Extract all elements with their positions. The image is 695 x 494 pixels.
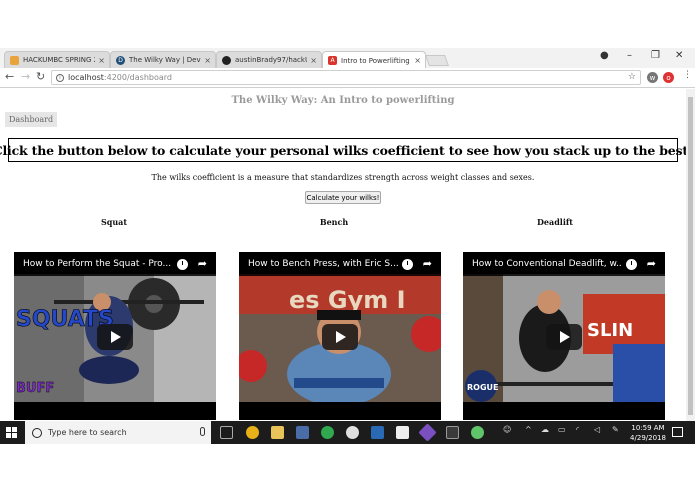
onedrive-icon[interactable]: ☁ [541, 425, 549, 434]
minimize-icon[interactable]: – [627, 50, 632, 61]
battery-icon[interactable]: ▭ [558, 425, 566, 434]
svg-text:BUFF: BUFF [16, 381, 54, 396]
hackumbc-favicon-icon [10, 55, 19, 65]
bench-heading: Bench [319, 217, 349, 227]
share-icon[interactable]: ➦ [423, 257, 432, 270]
deadlift-heading: Deadlift [536, 217, 574, 227]
back-icon[interactable]: ← [5, 70, 14, 83]
bookmark-star-icon[interactable]: ☆ [628, 72, 636, 82]
network-icon[interactable]: ◜ [576, 425, 579, 434]
show-hidden-icons-icon[interactable]: ^ [525, 425, 532, 434]
scrollbar-thumb[interactable] [688, 97, 693, 415]
bench-video-player[interactable]: es Gym I How to Bench Press, with Eric S… [239, 252, 441, 420]
volume-icon[interactable]: ◁ [594, 425, 600, 434]
watch-later-icon[interactable] [177, 259, 188, 270]
cta-heading: Click the button below to calculate your… [0, 138, 693, 162]
reload-icon[interactable]: ↻ [36, 70, 45, 83]
calculate-wilks-button[interactable]: Calculate your wilks! [305, 191, 381, 204]
play-button[interactable] [97, 324, 133, 350]
taskbar-clock[interactable]: 10:59 AM 4/29/2018 [628, 423, 668, 443]
chrome-taskbar-icon[interactable] [246, 426, 259, 439]
restore-icon[interactable]: ❐ [651, 50, 660, 61]
share-icon[interactable]: ➦ [647, 257, 656, 270]
people-icon[interactable] [296, 426, 309, 439]
page-scrollbar[interactable] [686, 89, 695, 421]
squat-video-player[interactable]: SQUATS BUFF How to Perform the Squat - P… [14, 252, 216, 420]
close-tab-icon[interactable]: × [204, 56, 211, 65]
svg-text:es Gym I: es Gym I [289, 286, 406, 314]
notes-icon[interactable] [396, 426, 409, 439]
microphone-icon[interactable] [200, 427, 205, 436]
close-window-icon[interactable]: ✕ [675, 50, 683, 61]
video-title[interactable]: How to Perform the Squat - Pro... [23, 259, 173, 269]
tab-github[interactable]: austinBrady97/hackUmbc × [216, 51, 322, 68]
new-tab-button[interactable] [424, 55, 450, 66]
people-tray-icon[interactable]: ☺ [503, 425, 511, 434]
watch-later-icon[interactable] [626, 259, 637, 270]
extension-icon[interactable]: w [647, 72, 658, 83]
tab-intro-to-powerlifting[interactable]: A Intro to Powerlifting × [322, 51, 426, 69]
close-tab-icon[interactable]: × [310, 56, 317, 65]
close-tab-icon[interactable]: × [414, 56, 421, 65]
svg-text:SLIN: SLIN [587, 320, 633, 341]
info-icon[interactable]: i [56, 73, 64, 82]
page-title: The Wilky Way: An Intro to powerlifting [231, 95, 455, 106]
play-button[interactable] [322, 324, 358, 350]
windows-taskbar: Type here to search ☺ ^ ☁ ▭ ◜ ◁ ✎ 10:59 … [0, 421, 695, 444]
taskbar-search-box[interactable]: Type here to search [25, 421, 211, 444]
deadlift-video-player[interactable]: SLIN ROGUE How to Conventional Deadlift,… [463, 252, 665, 420]
tab-strip: HACKUMBC SPRING 2018 × D The Wilky Way |… [0, 48, 695, 69]
file-explorer-icon[interactable] [271, 426, 284, 439]
action-center-icon[interactable] [672, 427, 683, 437]
dashboard-button[interactable]: Dashboard [5, 112, 58, 127]
spotify-icon[interactable] [321, 426, 334, 439]
app-green-icon[interactable] [471, 426, 484, 439]
devpost-favicon-icon: D [116, 55, 125, 65]
pen-icon[interactable]: ✎ [612, 425, 619, 434]
forward-icon[interactable]: → [21, 70, 30, 83]
tab-hackumbc[interactable]: HACKUMBC SPRING 2018 × [4, 51, 110, 68]
visual-studio-icon[interactable] [418, 423, 437, 442]
close-tab-icon[interactable]: × [98, 56, 105, 65]
wilks-description: The wilks coefficient is a measure that … [151, 173, 535, 182]
store-icon[interactable] [371, 426, 384, 439]
music-icon[interactable] [346, 426, 359, 439]
address-bar[interactable]: i localhost:4200/dashboard ☆ [51, 70, 641, 85]
video-title[interactable]: How to Bench Press, with Eric S... [248, 259, 398, 269]
windows-start-icon[interactable] [6, 427, 17, 438]
github-favicon-icon [222, 55, 231, 65]
video-title[interactable]: How to Conventional Deadlift, w... [472, 259, 622, 269]
watch-later-icon[interactable] [402, 259, 413, 270]
task-view-icon[interactable] [220, 426, 233, 439]
tab-devpost[interactable]: D The Wilky Way | Devpost × [110, 51, 216, 68]
terminal-icon[interactable] [446, 426, 459, 439]
cortana-icon [32, 427, 42, 438]
menu-kebab-icon[interactable]: ⋮ [683, 70, 692, 80]
share-icon[interactable]: ➦ [198, 257, 207, 270]
svg-text:ROGUE: ROGUE [467, 383, 499, 392]
profile-icon[interactable]: ● [600, 50, 609, 61]
squat-heading: Squat [100, 217, 128, 227]
angular-favicon-icon: A [328, 56, 337, 65]
extension-red-icon[interactable]: o [663, 72, 674, 83]
play-button[interactable] [546, 324, 582, 350]
browser-toolbar: ← → ↻ i localhost:4200/dashboard ☆ w o ⋮ [0, 68, 695, 88]
